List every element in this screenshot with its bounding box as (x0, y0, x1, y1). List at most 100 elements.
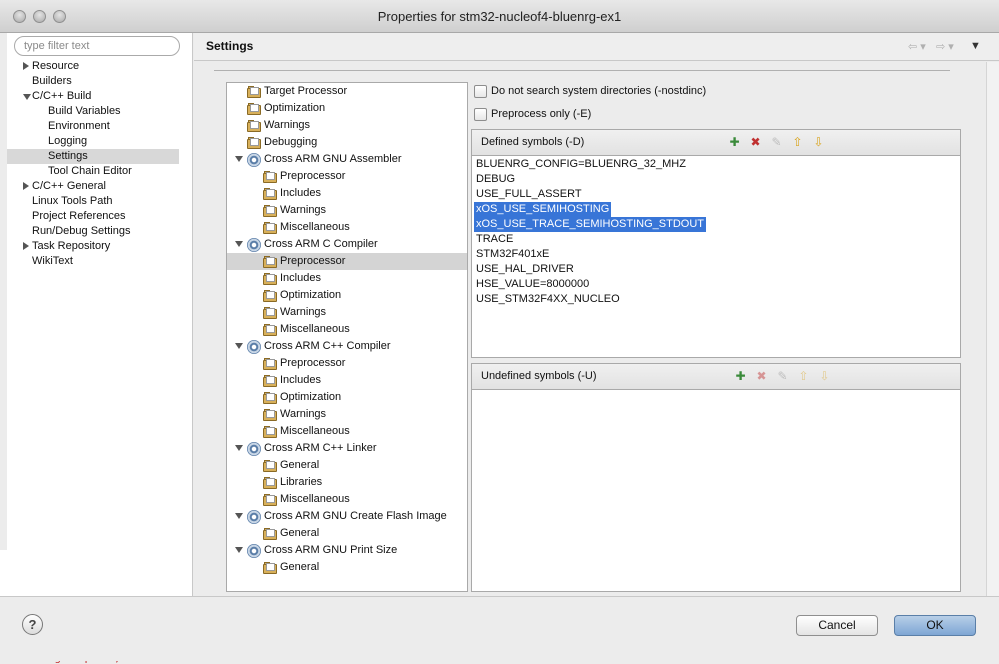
defined-symbol-item[interactable]: xOS_USE_TRACE_SEMIHOSTING_STDOUT (474, 217, 706, 232)
sidebar-item-logging[interactable]: Logging (7, 134, 179, 149)
expanded-triangle-icon[interactable] (235, 513, 243, 519)
tree-tool-cross-arm-gnu-create-flash-image[interactable]: Cross ARM GNU Create Flash Image (227, 508, 467, 525)
sidebar-item-builders[interactable]: Builders (7, 74, 179, 89)
add-icon[interactable]: ✚ (734, 369, 747, 383)
collapsed-triangle-icon[interactable] (23, 62, 29, 70)
sidebar-item-linux-tools-path[interactable]: Linux Tools Path (7, 194, 179, 209)
expanded-triangle-icon[interactable] (235, 156, 243, 162)
tree-item-miscellaneous[interactable]: Miscellaneous (227, 423, 467, 440)
add-icon[interactable]: ✚ (728, 135, 741, 149)
tree-item-preprocessor[interactable]: Preprocessor (227, 168, 467, 185)
tree-item-includes[interactable]: Includes (227, 270, 467, 287)
tree-tool-cross-arm-gnu-print-size[interactable]: Cross ARM GNU Print Size (227, 542, 467, 559)
defined-symbol-item[interactable]: USE_FULL_ASSERT (474, 187, 584, 202)
tool-icon (247, 442, 261, 456)
tree-item-label: Miscellaneous (280, 221, 350, 233)
tree-item-miscellaneous[interactable]: Miscellaneous (227, 491, 467, 508)
tree-item-general[interactable]: General (227, 559, 467, 576)
cancel-button[interactable]: Cancel (796, 615, 878, 636)
collapsed-triangle-icon[interactable] (23, 182, 29, 190)
tree-tool-cross-arm-c-linker[interactable]: Cross ARM C++ Linker (227, 440, 467, 457)
sidebar-item-project-references[interactable]: Project References (7, 209, 179, 224)
sidebar-item-tool-chain-editor[interactable]: Tool Chain Editor (7, 164, 179, 179)
tree-item-preprocessor[interactable]: Preprocessor (227, 355, 467, 372)
folder-icon (263, 528, 278, 540)
tree-tool-cross-arm-gnu-assembler[interactable]: Cross ARM GNU Assembler (227, 151, 467, 168)
delete-icon[interactable]: ✖ (755, 369, 768, 383)
expanded-triangle-icon[interactable] (235, 343, 243, 349)
folder-icon (263, 460, 278, 472)
sidebar-item-environment[interactable]: Environment (7, 119, 179, 134)
nostdinc-checkbox[interactable] (474, 85, 487, 98)
view-menu-icon[interactable]: ▼ (970, 40, 981, 52)
undefined-symbols-list[interactable] (471, 390, 961, 592)
tree-item-miscellaneous[interactable]: Miscellaneous (227, 219, 467, 236)
defined-symbol-item[interactable]: USE_STM32F4XX_NUCLEO (474, 292, 622, 307)
tree-item-warnings[interactable]: Warnings (227, 406, 467, 423)
ok-button[interactable]: OK (894, 615, 976, 636)
collapsed-triangle-icon[interactable] (23, 242, 29, 250)
defined-symbol-item[interactable]: HSE_VALUE=8000000 (474, 277, 591, 292)
tree-item-preprocessor[interactable]: Preprocessor (227, 253, 467, 270)
move-down-icon[interactable]: ⇩ (812, 135, 825, 149)
sidebar-item-build-variables[interactable]: Build Variables (7, 104, 179, 119)
tree-item-warnings[interactable]: Warnings (227, 304, 467, 321)
move-up-icon[interactable]: ⇧ (791, 135, 804, 149)
tree-item-warnings[interactable]: Warnings (227, 202, 467, 219)
defined-symbol-item[interactable]: xOS_USE_SEMIHOSTING (474, 202, 612, 217)
defined-symbol-item[interactable]: USE_HAL_DRIVER (474, 262, 576, 277)
tree-item-debugging[interactable]: Debugging (227, 134, 467, 151)
defined-symbol-item[interactable]: STM32F401xE (474, 247, 551, 262)
folder-icon (263, 477, 278, 489)
tree-item-general[interactable]: General (227, 457, 467, 474)
tree-tool-cross-arm-c-compiler[interactable]: Cross ARM C++ Compiler (227, 338, 467, 355)
sidebar-item-c-c-general[interactable]: C/C++ General (7, 179, 179, 194)
folder-icon (263, 375, 278, 387)
preprocess-only-checkbox[interactable] (474, 108, 487, 121)
tree-item-label: Target Processor (264, 85, 348, 97)
tree-tool-cross-arm-c-compiler[interactable]: Cross ARM C Compiler (227, 236, 467, 253)
sidebar-item-resource[interactable]: Resource (7, 59, 179, 74)
defined-symbol-item[interactable]: BLUENRG_CONFIG=BLUENRG_32_MHZ (474, 157, 688, 172)
move-up-icon[interactable]: ⇧ (797, 369, 810, 383)
back-arrow-icon[interactable]: ⇦ ▾ (908, 40, 926, 53)
edit-icon[interactable]: ✎ (770, 135, 783, 149)
edit-icon[interactable]: ✎ (776, 369, 789, 383)
tree-item-libraries[interactable]: Libraries (227, 474, 467, 491)
sidebar-item-run-debug-settings[interactable]: Run/Debug Settings (7, 224, 179, 239)
forward-arrow-icon[interactable]: ⇨ ▾ (936, 40, 954, 53)
sidebar-item-label: Project References (32, 210, 126, 222)
help-button[interactable]: ? (22, 614, 43, 635)
tree-item-includes[interactable]: Includes (227, 185, 467, 202)
tree-item-warnings[interactable]: Warnings (227, 117, 467, 134)
move-down-icon[interactable]: ⇩ (818, 369, 831, 383)
tree-item-miscellaneous[interactable]: Miscellaneous (227, 321, 467, 338)
tree-item-label: Cross ARM GNU Print Size (264, 544, 398, 556)
expanded-triangle-icon[interactable] (235, 241, 243, 247)
defined-symbols-label: Defined symbols (-D) (481, 136, 585, 148)
tree-item-optimization[interactable]: Optimization (227, 389, 467, 406)
expanded-triangle-icon[interactable] (23, 94, 31, 100)
defined-symbol-item[interactable]: DEBUG (474, 172, 517, 187)
filter-input[interactable] (14, 36, 180, 56)
folder-icon (247, 103, 262, 115)
tree-item-target-processor[interactable]: Target Processor (227, 83, 467, 100)
sidebar-item-c-c-build[interactable]: C/C++ Build (7, 89, 179, 104)
defined-symbols-header: Defined symbols (-D) ✚ ✖ ✎ ⇧ ⇩ (471, 129, 961, 156)
tool-icon (247, 238, 261, 252)
vertical-scrollbar[interactable] (986, 62, 999, 596)
sidebar-item-wikitext[interactable]: WikiText (7, 254, 179, 269)
tree-item-optimization[interactable]: Optimization (227, 287, 467, 304)
delete-icon[interactable]: ✖ (749, 135, 762, 149)
defined-symbols-list[interactable]: BLUENRG_CONFIG=BLUENRG_32_MHZ DEBUG USE_FU… (471, 156, 961, 358)
tree-item-includes[interactable]: Includes (227, 372, 467, 389)
sidebar-item-task-repository[interactable]: Task Repository (7, 239, 179, 254)
tree-item-label: Miscellaneous (280, 493, 350, 505)
expanded-triangle-icon[interactable] (235, 445, 243, 451)
sidebar-item-settings[interactable]: Settings (7, 149, 179, 164)
defined-symbol-item[interactable]: TRACE (474, 232, 515, 247)
tree-item-general[interactable]: General (227, 525, 467, 542)
tree-item-optimization[interactable]: Optimization (227, 100, 467, 117)
page-title: Settings (206, 39, 254, 53)
expanded-triangle-icon[interactable] (235, 547, 243, 553)
